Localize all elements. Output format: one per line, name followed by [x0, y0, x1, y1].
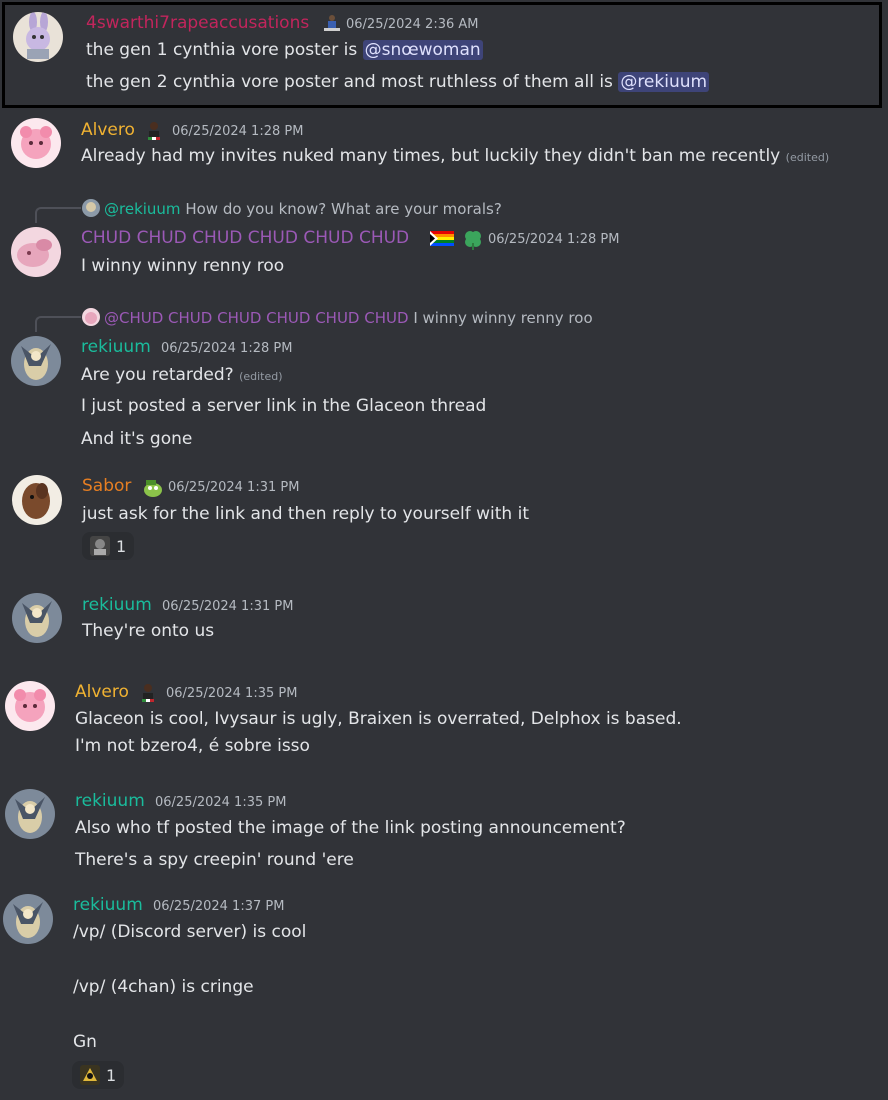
username[interactable]: rekiuum — [82, 595, 152, 615]
message-text-body: Already had my invites nuked many times,… — [81, 146, 781, 166]
reply-mention[interactable]: @rekiuum — [104, 200, 181, 218]
user-mention[interactable]: @rekiuum — [618, 72, 710, 92]
edited-indicator: (edited) — [785, 151, 830, 164]
role-badge-icon — [144, 121, 164, 141]
username[interactable]: rekiuum — [73, 895, 143, 915]
message-text: /vp/ (4chan) is cringe — [73, 977, 254, 997]
message-text: Also who tf posted the image of the link… — [75, 818, 626, 838]
role-badge-icon — [322, 13, 342, 33]
avatar[interactable] — [12, 475, 62, 525]
message-text-prefix: the gen 1 cynthia vore poster is — [86, 40, 363, 60]
reaction-emoji-icon — [80, 1065, 100, 1085]
username[interactable]: Alvero — [75, 682, 129, 702]
message-text: just ask for the link and then reply to … — [82, 504, 529, 524]
avatar[interactable] — [11, 336, 61, 386]
reply-preview[interactable]: @CHUD CHUD CHUD CHUD CHUD CHUD I winny w… — [82, 308, 593, 327]
reply-avatar — [82, 199, 100, 217]
avatar[interactable] — [13, 12, 63, 62]
message-text-body: Are you retarded? — [81, 365, 234, 385]
reply-preview[interactable]: @rekiuum How do you know? What are your … — [82, 199, 502, 218]
avatar[interactable] — [11, 227, 61, 277]
message-text: I winny winny renny roo — [81, 256, 285, 276]
avatar[interactable] — [12, 593, 62, 643]
user-mention[interactable]: @snœwoman — [362, 40, 483, 60]
message-text: /vp/ (Discord server) is cool — [73, 922, 307, 942]
reaction-emoji-icon — [90, 536, 110, 556]
message-text-prefix: the gen 2 cynthia vore poster and most r… — [86, 72, 619, 92]
edited-indicator: (edited) — [239, 370, 283, 383]
avatar[interactable] — [5, 681, 55, 731]
username[interactable]: Sabor — [82, 476, 131, 496]
message-text: And it's gone — [81, 429, 193, 449]
reaction-button[interactable]: 1 — [72, 1061, 125, 1089]
username[interactable]: rekiuum — [75, 791, 145, 811]
message-text: There's a spy creepin' round 'ere — [75, 850, 354, 870]
timestamp: 06/25/2024 1:37 PM — [153, 899, 285, 914]
message-text: I just posted a server link in the Glace… — [81, 396, 487, 416]
reply-spine — [35, 207, 81, 223]
reply-avatar — [82, 308, 100, 326]
reply-mention[interactable]: @CHUD CHUD CHUD CHUD CHUD CHUD — [104, 309, 409, 327]
timestamp: 06/25/2024 1:28 PM — [172, 124, 304, 139]
timestamp: 06/25/2024 1:31 PM — [162, 599, 294, 614]
username[interactable]: rekiuum — [81, 337, 151, 357]
timestamp: 06/25/2024 1:35 PM — [166, 686, 298, 701]
username[interactable]: 4swarthi7rapeaccusations — [86, 13, 309, 33]
message-text: Already had my invites nuked many times,… — [81, 146, 829, 166]
clover-icon — [462, 229, 482, 250]
message-text: Glaceon is cool, Ivysaur is ugly, Braixe… — [75, 709, 682, 729]
message-text: Gn — [73, 1032, 97, 1052]
reaction-count: 1 — [106, 1065, 117, 1085]
timestamp: 06/25/2024 1:35 PM — [155, 795, 287, 810]
timestamp: 06/25/2024 1:31 PM — [168, 480, 300, 495]
message-text: They're onto us — [82, 621, 215, 641]
message-text: the gen 2 cynthia vore poster and most r… — [86, 72, 710, 92]
timestamp: 06/25/2024 2:36 AM — [346, 17, 479, 32]
role-badge-icon — [138, 683, 158, 703]
avatar[interactable] — [11, 118, 61, 168]
timestamp: 06/25/2024 1:28 PM — [161, 341, 293, 356]
reaction-button[interactable]: 1 — [82, 532, 135, 560]
timestamp: 06/25/2024 1:28 PM — [488, 232, 620, 247]
reply-text: How do you know? What are your morals? — [185, 200, 502, 218]
avatar[interactable] — [5, 789, 55, 839]
reaction-count: 1 — [116, 536, 127, 556]
message-text: I'm not bzero4, é sobre isso — [75, 736, 310, 756]
reply-spine — [35, 316, 81, 332]
username[interactable]: Alvero — [81, 120, 135, 140]
avatar[interactable] — [3, 894, 53, 944]
message-text: the gen 1 cynthia vore poster is @snœwom… — [86, 40, 483, 60]
message-text: Are you retarded? (edited) — [81, 365, 283, 385]
role-badge-icon — [142, 477, 162, 497]
reply-text: I winny winny renny roo — [413, 309, 593, 327]
username[interactable]: CHUD CHUD CHUD CHUD CHUD CHUD — [81, 228, 409, 248]
pride-flag-icon — [430, 229, 454, 249]
